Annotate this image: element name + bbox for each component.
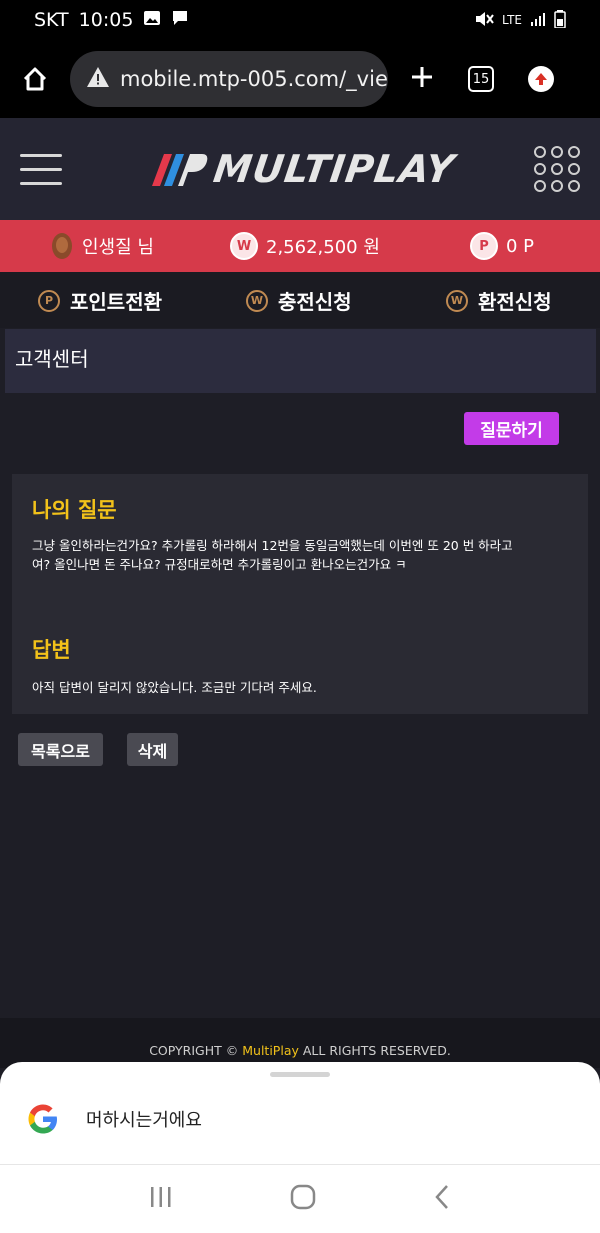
network-label: LTE — [502, 13, 522, 27]
withdraw-won-icon: W — [446, 289, 468, 312]
deposit-won-icon: W — [246, 289, 268, 312]
signal-icon — [530, 11, 546, 30]
question-detail-panel: 나의 질문 그냥 올인하라는건가요? 추가롤링 하라해서 12번을 동일금액했는… — [12, 474, 588, 714]
won-coin-icon: W — [230, 232, 258, 260]
ask-question-button[interactable]: 질문하기 — [464, 412, 559, 445]
question-text-line2: 여? 올인나면 돈 주나요? 규정대로하면 추가롤링이고 환나오는건가요 ㅋ — [32, 557, 407, 572]
screen: SKT 10:05 LTE mobile.mtp-005.com/_vie 15… — [0, 0, 600, 1233]
answer-text: 아직 답변이 달리지 않았습니다. 조금만 기다려 주세요. — [32, 680, 317, 695]
page-title: 고객센터 — [5, 329, 596, 393]
back-nav-button[interactable] — [433, 1184, 451, 1214]
point-coin-icon: P — [470, 232, 498, 260]
back-chevron-icon — [435, 1185, 449, 1209]
system-navigation-bar — [0, 1164, 600, 1233]
google-g-icon — [28, 1104, 57, 1134]
home-circle-icon — [290, 1184, 316, 1210]
mute-icon — [474, 11, 494, 30]
question-text: 그냥 올인하라는건가요? 추가롤링 하라해서 12번을 동일금액했는데 이번엔 … — [32, 536, 568, 574]
url-text: mobile.mtp-005.com/_vie — [120, 67, 388, 91]
user-nickname: 인생질 님 — [82, 237, 154, 258]
message-icon — [171, 9, 189, 31]
plus-icon — [412, 67, 432, 87]
gallery-icon — [143, 9, 161, 31]
home-nav-button[interactable] — [290, 1184, 316, 1214]
new-tab-button[interactable] — [410, 65, 434, 93]
address-bar[interactable]: mobile.mtp-005.com/_vie — [70, 51, 388, 107]
avatar-icon — [52, 233, 72, 259]
clock: 10:05 — [78, 9, 134, 31]
home-icon — [23, 67, 47, 91]
point-icon: P — [38, 289, 60, 312]
quick-actions: P 포인트전환 W 충전신청 W 환전신청 — [0, 272, 600, 328]
site-logo[interactable]: MULTIPLAY — [144, 147, 458, 191]
delete-button[interactable]: 삭제 — [127, 733, 178, 766]
user-nickname-cell: 인생질 님 — [50, 231, 154, 261]
carrier-label: SKT — [34, 9, 69, 31]
battery-icon — [554, 9, 566, 31]
recent-apps-icon — [150, 1187, 171, 1207]
logo-mark-icon — [152, 154, 208, 186]
update-button[interactable] — [528, 66, 554, 92]
user-info-bar: 인생질 님 W 2,562,500 원 P 0 P — [0, 220, 600, 272]
logo-text: MULTIPLAY — [210, 147, 458, 191]
deposit-request-label: 충전신청 — [278, 290, 352, 314]
point-exchange-button[interactable]: P 포인트전환 — [38, 286, 162, 315]
warning-icon — [86, 66, 110, 93]
search-query-text: 머하시는거에요 — [86, 1110, 202, 1131]
question-text-line1: 그냥 올인하라는건가요? 추가롤링 하라해서 12번을 동일금액했는데 이번엔 … — [32, 538, 513, 553]
copyright-prefix: COPYRIGHT © — [149, 1042, 239, 1058]
recent-apps-button[interactable] — [149, 1186, 173, 1212]
copyright-footer: COPYRIGHT © MultiPlay ALL RIGHTS RESERVE… — [0, 1018, 600, 1068]
deposit-request-button[interactable]: W 충전신청 — [246, 286, 352, 315]
site-header: MULTIPLAY — [0, 118, 600, 220]
status-bar: SKT 10:05 LTE — [0, 0, 600, 40]
tab-switcher-button[interactable]: 15 — [468, 66, 494, 92]
withdraw-request-button[interactable]: W 환전신청 — [446, 286, 552, 315]
answer-block: 답변 아직 답변이 달리지 않았습니다. 조금만 기다려 주세요. — [32, 634, 317, 697]
menu-icon[interactable] — [20, 153, 62, 185]
point-exchange-label: 포인트전환 — [70, 290, 162, 314]
balance-value: 2,562,500 원 — [266, 237, 380, 258]
question-heading: 나의 질문 — [32, 498, 117, 522]
browser-toolbar: mobile.mtp-005.com/_vie 15 — [0, 40, 600, 118]
back-to-list-button[interactable]: 목록으로 — [18, 733, 103, 766]
sheet-drag-handle[interactable] — [270, 1072, 330, 1077]
withdraw-request-label: 환전신청 — [478, 290, 552, 314]
answer-heading: 답변 — [32, 638, 71, 662]
copyright-brand: MultiPlay — [242, 1042, 299, 1058]
points-cell: P 0 P — [470, 232, 534, 260]
google-search-sheet[interactable]: 머하시는거에요 — [0, 1062, 600, 1164]
points-value: 0 P — [506, 235, 535, 257]
home-button[interactable] — [0, 40, 70, 118]
copyright-suffix: ALL RIGHTS RESERVED. — [302, 1042, 451, 1058]
arrow-up-icon — [535, 73, 547, 85]
apps-grid-icon[interactable] — [534, 146, 580, 192]
balance-cell: W 2,562,500 원 — [230, 232, 380, 260]
